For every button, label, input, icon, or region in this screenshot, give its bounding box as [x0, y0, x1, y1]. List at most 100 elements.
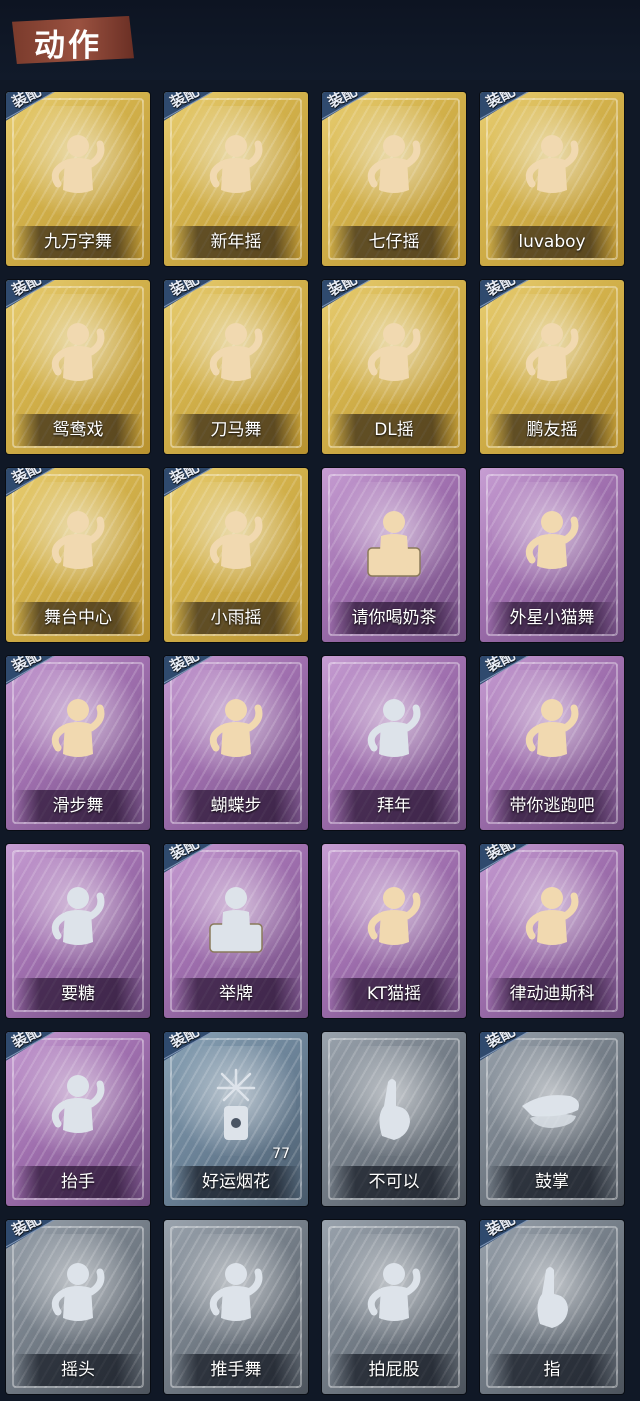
dance-figure-icon	[196, 1254, 276, 1338]
disco-figure-icon	[512, 878, 592, 962]
action-name: 九万字舞	[44, 232, 112, 252]
action-name: 律动迪斯科	[509, 984, 595, 1004]
holding-sign-icon	[354, 502, 434, 586]
dance-figure-icon	[512, 690, 592, 774]
action-card[interactable]: 举牌 装配	[164, 844, 308, 1018]
equipped-badge: 装配	[6, 92, 56, 122]
action-name: 请你喝奶茶	[351, 608, 437, 628]
action-card[interactable]: 蝴蝶步 装配	[164, 656, 308, 830]
action-card[interactable]: 指 装配	[480, 1220, 624, 1394]
dance-figure-icon	[512, 502, 592, 586]
dance-figure-icon	[354, 314, 434, 398]
action-card[interactable]: 请你喝奶茶	[322, 468, 466, 642]
action-card[interactable]: 不可以	[322, 1032, 466, 1206]
action-card[interactable]: 九万字舞 装配	[6, 92, 150, 266]
reach-figure-icon	[38, 878, 118, 962]
equipped-badge: 装配	[480, 92, 530, 122]
action-card[interactable]: 推手舞	[164, 1220, 308, 1394]
equipped-badge: 装配	[6, 1032, 56, 1062]
action-name: 舞台中心	[44, 608, 112, 628]
action-card[interactable]: 带你逃跑吧 装配	[480, 656, 624, 830]
equipped-badge: 装配	[6, 656, 56, 686]
action-card[interactable]: 抬手 装配	[6, 1032, 150, 1206]
action-name: DL摇	[374, 420, 414, 440]
action-name: 鹏友摇	[526, 420, 578, 440]
dance-figure-icon	[38, 502, 118, 586]
dance-figure-icon	[354, 126, 434, 210]
equipped-badge: 装配	[6, 468, 56, 498]
action-name: 鸳鸯戏	[52, 420, 104, 440]
action-card[interactable]: 舞台中心 装配	[6, 468, 150, 642]
action-card[interactable]: 小雨摇 装配	[164, 468, 308, 642]
action-card[interactable]: 摇头 装配	[6, 1220, 150, 1394]
action-card[interactable]: 鹏友摇 装配	[480, 280, 624, 454]
action-card[interactable]: 拜年	[322, 656, 466, 830]
action-name: 小雨摇	[210, 608, 262, 628]
firework-icon	[196, 1066, 276, 1150]
equipped-badge: 装配	[164, 92, 214, 122]
item-count: 77	[272, 1146, 290, 1162]
equipped-badge: 装配	[322, 92, 372, 122]
equipped-badge: 装配	[164, 844, 214, 874]
action-card[interactable]: 鸳鸯戏 装配	[6, 280, 150, 454]
action-card[interactable]: 好运烟花 77 装配	[164, 1032, 308, 1206]
action-card[interactable]: 拍屁股	[322, 1220, 466, 1394]
action-name: 举牌	[219, 984, 253, 1004]
action-name: 拜年	[377, 796, 411, 816]
bow-figure-icon	[354, 690, 434, 774]
equipped-badge: 装配	[164, 468, 214, 498]
action-name: 七仔摇	[368, 232, 420, 252]
action-name: 好运烟花	[202, 1172, 270, 1192]
dance-figure-icon	[354, 1254, 434, 1338]
raise-hand-figure-icon	[38, 1066, 118, 1150]
equipped-badge: 装配	[164, 1032, 214, 1062]
equipped-badge: 装配	[164, 656, 214, 686]
action-card[interactable]: luvaboy 装配	[480, 92, 624, 266]
equipped-badge: 装配	[480, 656, 530, 686]
action-name: 摇头	[61, 1360, 95, 1380]
dance-figure-icon	[38, 1254, 118, 1338]
clap-hands-icon	[512, 1066, 592, 1150]
equipped-badge: 装配	[6, 280, 56, 310]
dance-figure-icon	[196, 690, 276, 774]
finger-wag-icon	[354, 1066, 434, 1150]
action-card[interactable]: DL摇 装配	[322, 280, 466, 454]
dance-figure-icon	[38, 690, 118, 774]
action-name: KT猫摇	[366, 984, 422, 1004]
action-name: 要糖	[61, 984, 95, 1004]
dance-figure-icon	[196, 126, 276, 210]
dance-figure-icon	[196, 502, 276, 586]
action-name: 新年摇	[210, 232, 262, 252]
equipped-badge: 装配	[6, 1220, 56, 1250]
equipped-badge: 装配	[480, 1032, 530, 1062]
dance-figure-icon	[196, 314, 276, 398]
action-card[interactable]: 律动迪斯科 装配	[480, 844, 624, 1018]
dance-figure-icon	[354, 878, 434, 962]
action-card[interactable]: 要糖	[6, 844, 150, 1018]
action-card[interactable]: 外星小猫舞	[480, 468, 624, 642]
action-card[interactable]: 鼓掌 装配	[480, 1032, 624, 1206]
dance-figure-icon	[512, 126, 592, 210]
equipped-badge: 装配	[164, 280, 214, 310]
equipped-badge: 装配	[480, 280, 530, 310]
equipped-badge: 装配	[480, 1220, 530, 1250]
action-name: 刀马舞	[210, 420, 262, 440]
holding-sign-icon	[196, 878, 276, 962]
action-card[interactable]: 七仔摇 装配	[322, 92, 466, 266]
action-card[interactable]: KT猫摇	[322, 844, 466, 1018]
equipped-badge: 装配	[480, 844, 530, 874]
equipped-badge: 装配	[322, 280, 372, 310]
action-card[interactable]: 滑步舞 装配	[6, 656, 150, 830]
action-name: 不可以	[368, 1172, 420, 1192]
action-name: 带你逃跑吧	[509, 796, 595, 816]
action-name: 蝴蝶步	[210, 796, 262, 816]
action-name: 抬手	[61, 1172, 95, 1192]
dance-figure-icon	[512, 314, 592, 398]
action-name: 拍屁股	[368, 1360, 420, 1380]
action-card[interactable]: 新年摇 装配	[164, 92, 308, 266]
action-name: 滑步舞	[52, 796, 104, 816]
action-card[interactable]: 刀马舞 装配	[164, 280, 308, 454]
pointing-hand-icon	[512, 1254, 592, 1338]
action-name: 推手舞	[210, 1360, 262, 1380]
dance-figure-icon	[38, 314, 118, 398]
